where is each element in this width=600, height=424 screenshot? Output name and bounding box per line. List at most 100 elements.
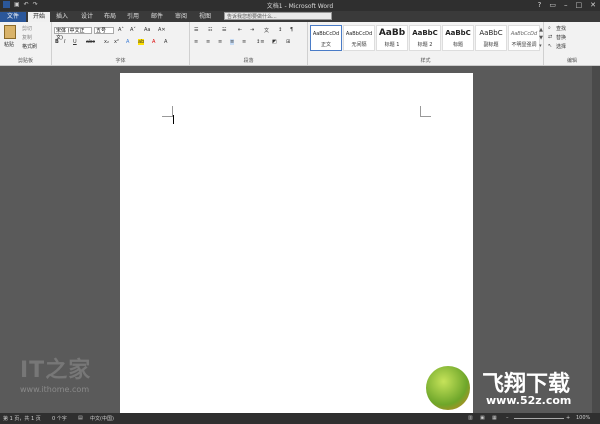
select-icon: ↖ bbox=[548, 43, 553, 49]
highlight-icon[interactable]: ab bbox=[138, 39, 145, 45]
tab-layout[interactable]: 布局 bbox=[104, 12, 116, 22]
tab-mailings[interactable]: 邮件 bbox=[151, 12, 163, 22]
style-sample: AaBbCcDd bbox=[510, 31, 538, 37]
paragraph-group-label: 段落 bbox=[243, 58, 254, 64]
window-controls: ? ▭ – □ ✕ bbox=[538, 1, 596, 9]
tell-me-input[interactable]: 告诉我您想要做什么... bbox=[224, 12, 332, 20]
styles-group: AaBbCcDd 正文 AaBbCcDd 无间隔 AaBb 标题 1 AaBbC… bbox=[308, 22, 544, 65]
tab-review[interactable]: 审阅 bbox=[175, 12, 187, 22]
align-right-icon[interactable]: ≡ bbox=[218, 39, 222, 45]
font-color-icon[interactable]: A bbox=[152, 39, 155, 45]
proofing-icon[interactable]: ▤ bbox=[78, 415, 83, 421]
align-center-icon[interactable]: ≡ bbox=[206, 39, 210, 45]
style-subtitle[interactable]: AaBbC 副标题 bbox=[475, 25, 507, 51]
language[interactable]: 中文(中国) bbox=[90, 415, 114, 422]
tab-design[interactable]: 设计 bbox=[81, 12, 93, 22]
distributed-icon[interactable]: ≡ bbox=[242, 39, 246, 45]
style-heading-2[interactable]: AaBbC 标题 2 bbox=[409, 25, 441, 51]
bullets-icon[interactable]: ☰ bbox=[194, 27, 198, 33]
minimize-icon[interactable]: – bbox=[564, 1, 568, 9]
ribbon-options-icon[interactable]: ▭ bbox=[549, 1, 556, 9]
format-painter-button[interactable]: 格式刷 bbox=[22, 43, 37, 50]
zoom-level[interactable]: 100% bbox=[576, 415, 590, 421]
clear-format-icon[interactable]: A✕ bbox=[158, 27, 166, 33]
copy-button[interactable]: 复制 bbox=[22, 34, 32, 41]
sort-icon[interactable]: ↕ bbox=[278, 27, 282, 33]
paste-button[interactable]: 粘贴 bbox=[4, 41, 14, 48]
help-icon[interactable]: ? bbox=[538, 1, 542, 9]
replace-button[interactable]: 替换 bbox=[556, 34, 566, 41]
numbering-icon[interactable]: ☷ bbox=[208, 27, 212, 33]
paste-icon[interactable] bbox=[4, 25, 16, 39]
show-marks-icon[interactable]: ¶ bbox=[290, 27, 293, 33]
style-heading-1[interactable]: AaBb 标题 1 bbox=[376, 25, 408, 51]
word-count[interactable]: 0 个字 bbox=[52, 415, 67, 422]
page-count[interactable]: 第 1 页，共 1 页 bbox=[3, 415, 41, 422]
margin-mark-top-right bbox=[420, 106, 431, 117]
font-group-label: 字体 bbox=[115, 58, 126, 64]
style-subtle-emphasis[interactable]: AaBbCcDd 不明显强调 bbox=[508, 25, 540, 51]
multilevel-list-icon[interactable]: ☱ bbox=[222, 27, 226, 33]
status-bar: 第 1 页，共 1 页 0 个字 ▤ 中文(中国) ▥ ▣ ▦ – + 100% bbox=[0, 413, 600, 424]
zoom-out-icon[interactable]: – bbox=[506, 415, 509, 421]
strikethrough-button[interactable]: abc bbox=[86, 39, 95, 45]
site-watermark: www.52z.com bbox=[486, 394, 572, 407]
tab-view[interactable]: 视图 bbox=[199, 12, 211, 22]
font-name-select[interactable]: 宋体 (中文正文) bbox=[54, 27, 92, 41]
style-name: 无间隔 bbox=[351, 42, 367, 48]
text-effects-icon[interactable]: A bbox=[126, 39, 129, 45]
style-name: 标题 2 bbox=[417, 42, 433, 48]
increase-indent-icon[interactable]: ⇥ bbox=[250, 27, 254, 33]
styles-scroll-icon[interactable]: ▲ ▼ ▾ bbox=[539, 26, 543, 50]
vertical-scrollbar[interactable] bbox=[592, 66, 600, 413]
style-title[interactable]: AaBbC 标题 bbox=[442, 25, 474, 51]
chinese-layout-icon[interactable]: 文 bbox=[264, 27, 269, 34]
italic-button[interactable]: I bbox=[64, 39, 65, 45]
underline-button[interactable]: U bbox=[73, 39, 77, 45]
tab-file[interactable]: 文件 bbox=[0, 12, 26, 22]
print-layout-icon[interactable]: ▣ bbox=[480, 415, 485, 421]
line-spacing-icon[interactable]: ↕≡ bbox=[256, 39, 264, 45]
font-size-select[interactable]: 五号 bbox=[94, 27, 114, 34]
read-mode-icon[interactable]: ▥ bbox=[468, 415, 473, 421]
zoom-in-icon[interactable]: + bbox=[566, 415, 570, 421]
document-page[interactable] bbox=[120, 73, 473, 413]
style-no-spacing[interactable]: AaBbCcDd 无间隔 bbox=[343, 25, 375, 51]
text-cursor bbox=[173, 115, 174, 124]
style-sample: AaBbC bbox=[445, 29, 471, 37]
tab-references[interactable]: 引用 bbox=[127, 12, 139, 22]
change-case-icon[interactable]: Aa bbox=[144, 27, 150, 33]
select-button[interactable]: 选择 bbox=[556, 43, 566, 50]
borders-icon[interactable]: ⊞ bbox=[286, 39, 290, 45]
style-sample: AaBbCcDd bbox=[312, 31, 340, 37]
bold-button[interactable]: B bbox=[55, 39, 59, 45]
tab-home[interactable]: 开始 bbox=[28, 12, 51, 22]
editing-group: 查找 替换 选择 ⌕ ⇄ ↖ 编辑 bbox=[544, 22, 600, 65]
window-title: 文档1 - Microsoft Word bbox=[266, 3, 334, 10]
brand-logo-icon bbox=[426, 366, 470, 410]
justify-icon[interactable]: ≡ bbox=[230, 39, 235, 45]
styles-group-label: 样式 bbox=[420, 58, 431, 64]
char-shading-icon[interactable]: A bbox=[164, 39, 167, 45]
shading-icon[interactable]: ◩ bbox=[272, 39, 277, 45]
clipboard-group: 粘贴 剪切 复制 格式刷 剪贴板 bbox=[0, 22, 52, 65]
superscript-icon[interactable]: x² bbox=[114, 39, 119, 45]
tab-insert[interactable]: 插入 bbox=[56, 12, 68, 22]
web-layout-icon[interactable]: ▦ bbox=[492, 415, 497, 421]
zoom-slider[interactable] bbox=[514, 418, 564, 419]
title-bar: ▣ ↶ ↷ 文档1 - Microsoft Word ? ▭ – □ ✕ bbox=[0, 0, 600, 11]
style-normal[interactable]: AaBbCcDd 正文 bbox=[310, 25, 342, 51]
subscript-icon[interactable]: x₂ bbox=[104, 39, 109, 45]
find-button[interactable]: 查找 bbox=[556, 25, 566, 32]
cut-button[interactable]: 剪切 bbox=[22, 25, 32, 32]
maximize-icon[interactable]: □ bbox=[576, 1, 583, 9]
clipboard-group-label: 剪贴板 bbox=[17, 58, 33, 64]
close-icon[interactable]: ✕ bbox=[590, 1, 596, 9]
font-group: 宋体 (中文正文) 五号 A˄ A˅ Aa A✕ B I U abc x₂ x²… bbox=[52, 22, 190, 65]
decrease-indent-icon[interactable]: ⇤ bbox=[238, 27, 242, 33]
shrink-font-icon[interactable]: A˅ bbox=[130, 27, 136, 33]
align-left-icon[interactable]: ≡ bbox=[194, 39, 198, 45]
replace-icon: ⇄ bbox=[548, 34, 553, 40]
grow-font-icon[interactable]: A˄ bbox=[118, 27, 124, 33]
style-name: 正文 bbox=[320, 42, 331, 48]
